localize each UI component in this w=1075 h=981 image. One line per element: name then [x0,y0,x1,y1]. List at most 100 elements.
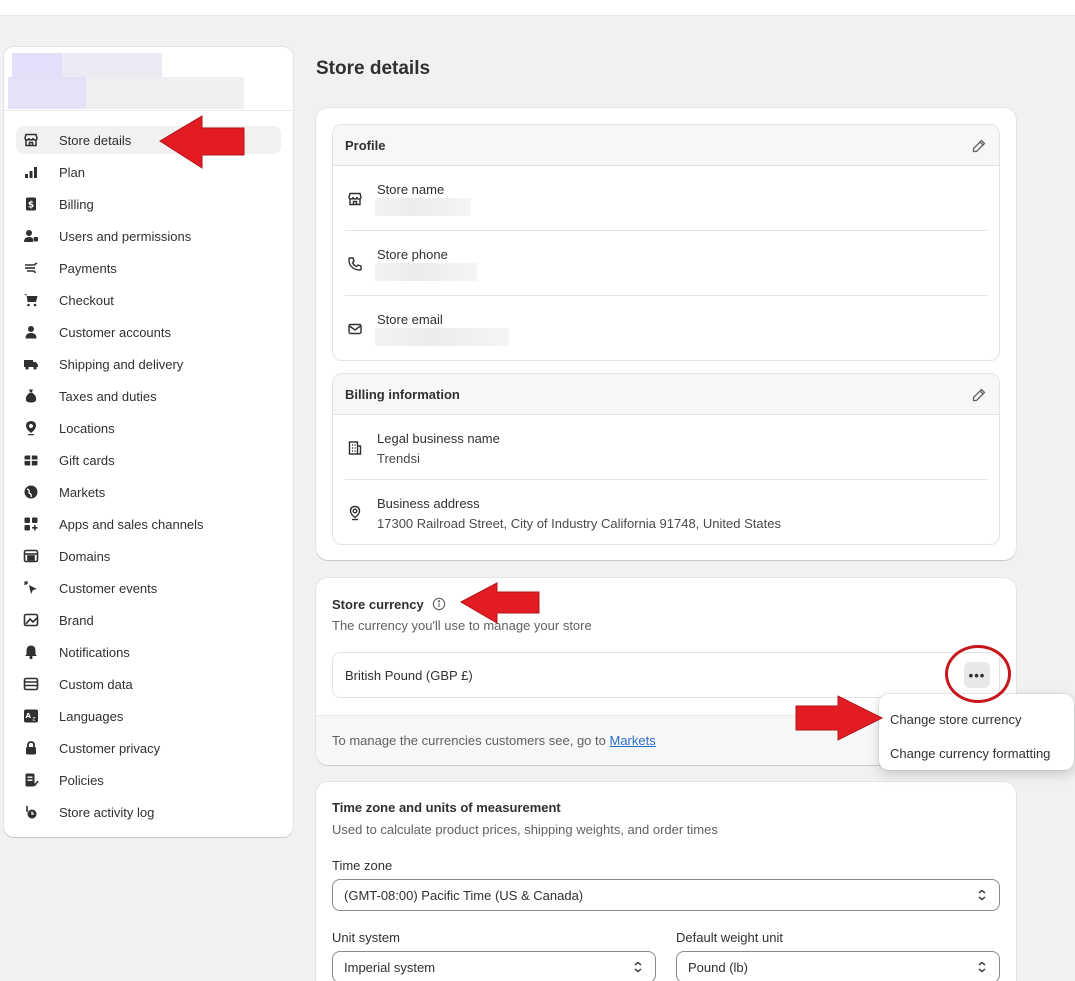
sidebar-item-label: Customer events [59,580,158,596]
store-currency-title: Store currency [332,597,424,612]
store-name-row: Store name [345,166,987,231]
bell-icon [23,644,39,660]
sidebar-item-label: Plan [59,164,86,180]
person-icon [23,324,39,340]
sidebar-item-taxes[interactable]: Taxes and duties [16,380,281,412]
sidebar-item-label: Shipping and delivery [59,356,184,372]
store-email-row: Store email [345,296,987,360]
blurred-store-avatar [12,53,162,79]
sidebar-item-shipping[interactable]: Shipping and delivery [16,348,281,380]
money-bag-icon [23,388,39,404]
weight-unit-value: Pound (lb) [688,959,748,975]
apps-icon [23,516,39,532]
annotation-arrow-left [459,582,540,624]
pencil-icon[interactable] [971,138,987,154]
brand-icon [23,612,39,628]
page-title: Store details [316,58,431,79]
sidebar-item-label: Markets [59,484,106,500]
change-currency-formatting-item[interactable]: Change currency formatting [879,736,1074,770]
billing-header: Billing information [333,374,999,415]
cart-icon [23,292,39,308]
unit-system-label: Unit system [332,930,400,945]
language-icon: Az [23,708,39,724]
sidebar-item-label: Users and permissions [59,228,192,244]
sidebar-item-label: Policies [59,772,104,788]
sidebar-item-customer-accounts[interactable]: Customer accounts [16,316,281,348]
timezone-label: Time zone [332,858,393,873]
sidebar-item-locations[interactable]: Locations [16,412,281,444]
legal-name-value: Trendsi [377,451,420,466]
select-chevron-icon [975,960,989,974]
plan-icon [23,164,39,180]
sidebar-item-users[interactable]: Users and permissions [16,220,281,252]
sidebar-item-label: Gift cards [59,452,115,468]
sidebar-item-notifications[interactable]: Notifications [16,636,281,668]
weight-unit-select[interactable]: Pound (lb) [676,951,1000,981]
sidebar-item-payments[interactable]: Payments [16,252,281,284]
business-address-row: Business address 17300 Railroad Street, … [345,480,987,544]
svg-text:z: z [32,716,35,723]
store-icon [23,132,39,148]
envelope-icon [347,321,363,337]
sidebar-item-label: Languages [59,708,124,724]
sidebar-nav: Store details Plan $ Billing Users and p… [4,111,293,828]
top-bar [0,0,1075,16]
sidebar-item-domains[interactable]: Domains [16,540,281,572]
sidebar-item-label: Customer accounts [59,324,171,340]
billing-title: Billing information [345,386,460,402]
sidebar-item-label: Store details [59,132,132,148]
change-store-currency-item[interactable]: Change store currency [879,702,1074,736]
business-address-label: Business address [377,496,480,511]
sidebar-item-label: Domains [59,548,111,564]
payments-icon [23,260,39,276]
store-phone-label: Store phone [377,247,448,262]
pencil-icon[interactable] [971,387,987,403]
custom-data-icon [23,676,39,692]
store-email-label: Store email [377,312,443,327]
business-address-value: 17300 Railroad Street, City of Industry … [377,516,781,531]
timezone-select[interactable]: (GMT-08:00) Pacific Time (US & Canada) [332,879,1000,911]
truck-icon [23,356,39,372]
annotation-arrow-left [159,115,245,169]
policies-icon [23,772,39,788]
markets-link[interactable]: Markets [609,733,655,748]
activity-log-icon [23,804,39,820]
timezone-units-card: Time zone and units of measurement Used … [316,782,1016,981]
cursor-icon [23,580,39,596]
blurred-store-phone-value [375,263,477,281]
timezone-subtitle: Used to calculate product prices, shippi… [332,822,718,837]
sidebar-item-apps[interactable]: Apps and sales channels [16,508,281,540]
timezone-title: Time zone and units of measurement [332,800,561,815]
blurred-store-name [8,77,244,109]
sidebar-item-languages[interactable]: Az Languages [16,700,281,732]
sidebar-item-label: Locations [59,420,115,436]
settings-sidebar: Store details Plan $ Billing Users and p… [4,47,293,837]
sidebar-item-customer-privacy[interactable]: Customer privacy [16,732,281,764]
sidebar-item-checkout[interactable]: Checkout [16,284,281,316]
sidebar-item-markets[interactable]: Markets [16,476,281,508]
blurred-store-email-value [375,328,509,346]
sidebar-item-gift-cards[interactable]: Gift cards [16,444,281,476]
sidebar-item-custom-data[interactable]: Custom data [16,668,281,700]
profile-section: Profile Store name Store phone Store ema… [332,124,1000,361]
sidebar-item-policies[interactable]: Policies [16,764,281,796]
sidebar-item-brand[interactable]: Brand [16,604,281,636]
billing-icon: $ [23,196,39,212]
svg-text:$: $ [28,201,34,211]
sidebar-item-label: Notifications [59,644,130,660]
currency-value-box: British Pound (GBP £) [332,652,1000,698]
unit-system-select[interactable]: Imperial system [332,951,656,981]
blurred-store-name-value [375,198,471,216]
phone-icon [347,256,363,272]
sidebar-item-label: Brand [59,612,94,628]
sidebar-item-label: Taxes and duties [59,388,157,404]
sidebar-item-activity-log[interactable]: Store activity log [16,796,281,828]
lock-icon [23,740,39,756]
sidebar-item-billing[interactable]: $ Billing [16,188,281,220]
store-header[interactable] [4,47,293,111]
domains-icon [23,548,39,564]
info-icon[interactable] [432,597,446,611]
sidebar-item-customer-events[interactable]: Customer events [16,572,281,604]
building-icon [347,440,363,456]
store-phone-row: Store phone [345,231,987,296]
